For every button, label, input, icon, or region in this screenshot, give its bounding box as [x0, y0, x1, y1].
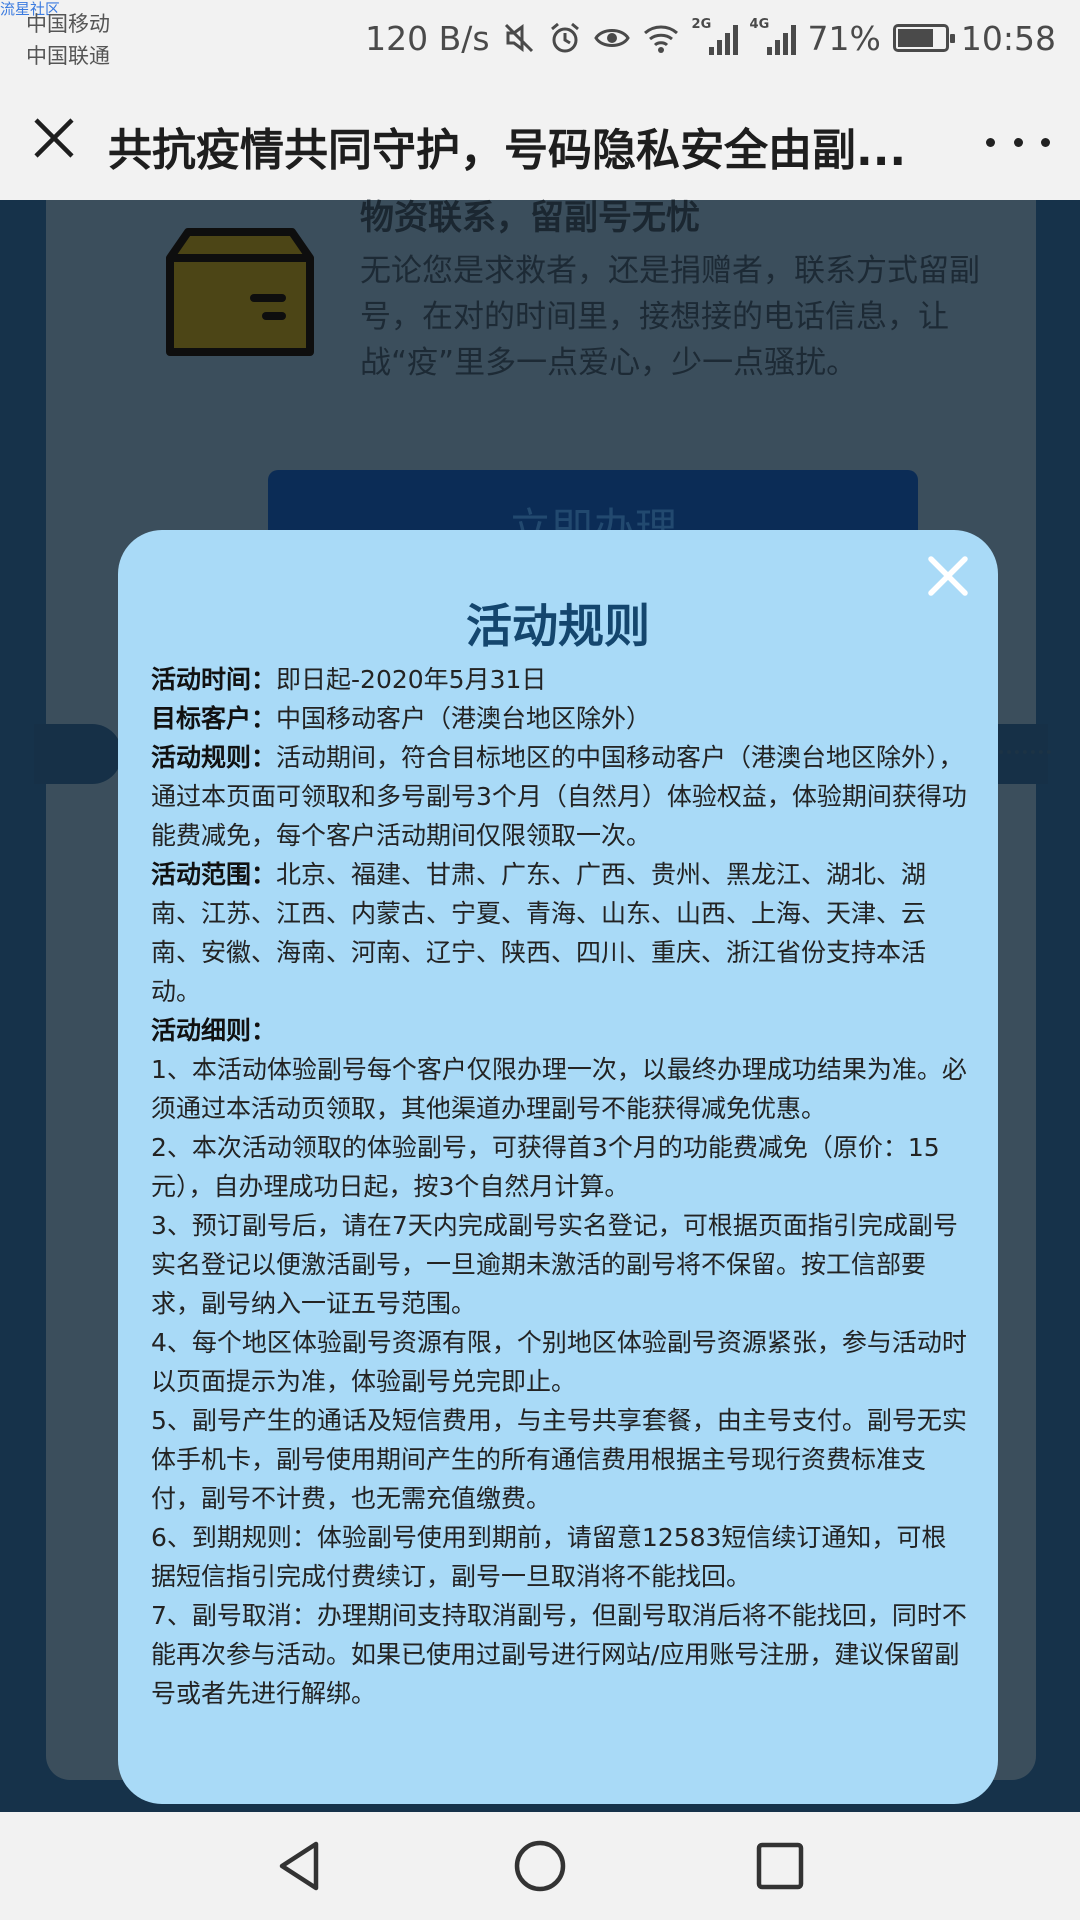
rule-item: 活动细则： [151, 1016, 277, 1045]
battery-percent: 71% [807, 18, 881, 58]
alarm-icon [548, 21, 582, 55]
status-icons: 120 B/s 2G 4G 71% 10:58 [365, 10, 1056, 66]
rule-detail: 5、副号产生的通话及短信费用，与主号共享套餐，由主号支付。副号无实体手机卡，副号… [151, 1406, 967, 1513]
signal-4g-icon: 4G [750, 17, 796, 55]
rules-modal: 活动规则 活动时间：即日起-2020年5月31日 目标客户：中国移动客户（港澳台… [118, 530, 998, 1804]
background-heading: 物资联系，留副号无忧 [360, 198, 700, 238]
carrier-secondary: 中国联通 [26, 44, 110, 68]
background-text: 无论您是求救者，还是捐赠者，联系方式留副号，在对的时间里，接想接的电话信息，让战… [360, 253, 980, 381]
rule-detail: 3、预订副号后，请在7天内完成副号实名登记，可根据页面指引完成副号实名登记以便激… [151, 1211, 958, 1318]
rule-item: 活动范围：北京、福建、甘肃、广东、广西、贵州、黑龙江、湖北、湖南、江苏、江西、内… [151, 860, 927, 1006]
rule-detail: 2、本次活动领取的体验副号，可获得首3个月的功能费减免（原价：15元），自办理成… [151, 1133, 940, 1201]
modal-title: 活动规则 [466, 599, 650, 653]
close-icon[interactable] [30, 114, 78, 162]
rules-body: 活动时间：即日起-2020年5月31日 目标客户：中国移动客户（港澳台地区除外）… [151, 660, 971, 1713]
page-title: 共抗疫情共同守护，号码隐私安全由副... [108, 125, 907, 176]
package-icon [166, 228, 314, 356]
carrier-primary: 中国移动 [26, 12, 110, 36]
rule-detail: 1、本活动体验副号每个客户仅限办理一次，以最终办理成功结果为准。必须通过本活动页… [151, 1055, 967, 1123]
status-bar: 流星社区 中国移动 中国联通 120 B/s 2G 4G 71% 10:58 [0, 0, 1080, 76]
rule-item: 活动时间：即日起-2020年5月31日 [151, 665, 547, 694]
screen: 流星社区 中国移动 中国联通 120 B/s 2G 4G 71% 10:58 共… [0, 0, 1080, 1920]
wifi-icon [642, 22, 680, 54]
rule-detail: 6、到期规则：体验副号使用到期前，请留意12583短信续订通知，可根据短信指引完… [151, 1523, 947, 1591]
mute-icon [502, 21, 536, 55]
navigation-bar [0, 1812, 1080, 1920]
rule-detail: 7、副号取消：办理期间支持取消副号，但副号取消后将不能找回，同时不能再次参与活动… [151, 1601, 967, 1708]
home-icon[interactable] [510, 1836, 570, 1896]
recents-icon[interactable] [750, 1836, 810, 1896]
rule-detail: 4、每个地区体验副号资源有限，个别地区体验副号资源紧张，参与活动时以页面提示为准… [151, 1328, 967, 1396]
back-icon[interactable] [270, 1836, 330, 1896]
title-bar: 共抗疫情共同守护，号码隐私安全由副... [0, 76, 1080, 201]
battery-icon [892, 24, 955, 52]
net-speed: 120 B/s [365, 18, 490, 58]
eye-icon [593, 23, 630, 53]
clock: 10:58 [960, 18, 1056, 58]
rule-item: 活动规则：活动期间，符合目标地区的中国移动客户（港澳台地区除外），通过本页面可领… [151, 743, 967, 850]
more-menu-icon[interactable] [986, 122, 1050, 162]
rule-item: 目标客户：中国移动客户（港澳台地区除外） [151, 704, 652, 733]
card-notch-left [34, 724, 122, 784]
signal-2g-icon: 2G [692, 17, 738, 55]
